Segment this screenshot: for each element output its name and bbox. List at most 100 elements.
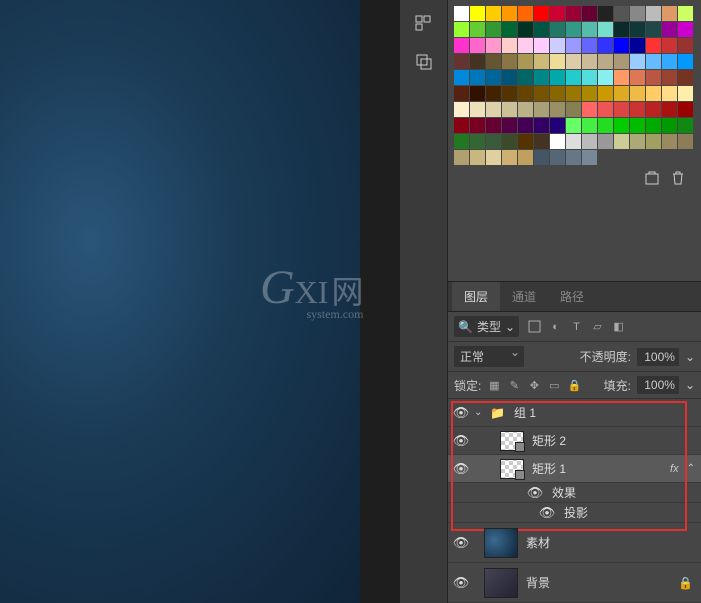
swatch[interactable]	[550, 6, 565, 21]
swatch[interactable]	[582, 118, 597, 133]
tab-layers[interactable]: 图层	[452, 282, 500, 311]
swatch[interactable]	[470, 134, 485, 149]
swatch[interactable]	[566, 38, 581, 53]
visibility-toggle[interactable]: 👁	[526, 485, 544, 501]
swatch[interactable]	[598, 86, 613, 101]
layer-name[interactable]: 矩形 1	[528, 460, 666, 477]
swatch[interactable]	[534, 102, 549, 117]
swatch[interactable]	[486, 38, 501, 53]
swatch[interactable]	[454, 118, 469, 133]
swatch[interactable]	[534, 54, 549, 69]
visibility-toggle[interactable]: 👁	[452, 433, 470, 449]
visibility-toggle[interactable]: 👁	[452, 535, 470, 551]
layer-effects-row[interactable]: 👁 👁 效果	[448, 483, 701, 503]
layer-thumb[interactable]	[500, 431, 524, 451]
tab-channels[interactable]: 通道	[500, 282, 548, 311]
swatch[interactable]	[678, 134, 693, 149]
swatch[interactable]	[518, 134, 533, 149]
swatch[interactable]	[646, 102, 661, 117]
layer-group-1[interactable]: 👁 ⌄ 📁 组 1	[448, 399, 701, 427]
swatch[interactable]	[470, 86, 485, 101]
swatch[interactable]	[662, 134, 677, 149]
swatch[interactable]	[662, 70, 677, 85]
visibility-toggle[interactable]: 👁	[452, 575, 470, 591]
swatch[interactable]	[454, 38, 469, 53]
swatch[interactable]	[470, 150, 485, 165]
swatch[interactable]	[630, 6, 645, 21]
swatch[interactable]	[470, 54, 485, 69]
swatch[interactable]	[454, 54, 469, 69]
swatch[interactable]	[598, 22, 613, 37]
group-collapse-arrow[interactable]: ⌄	[474, 407, 486, 418]
layer-effect-drop-shadow[interactable]: 👁 👁 投影	[448, 503, 701, 523]
swatch[interactable]	[534, 150, 549, 165]
swatch[interactable]	[582, 70, 597, 85]
document-canvas[interactable]	[0, 0, 360, 603]
swatch[interactable]	[630, 54, 645, 69]
swatch[interactable]	[518, 54, 533, 69]
swatch[interactable]	[454, 102, 469, 117]
swatch[interactable]	[550, 54, 565, 69]
layer-name[interactable]: 组 1	[510, 404, 697, 421]
swatch[interactable]	[566, 22, 581, 37]
swatch[interactable]	[582, 134, 597, 149]
swatch[interactable]	[582, 38, 597, 53]
swatch[interactable]	[646, 54, 661, 69]
panel-icon-1[interactable]	[404, 6, 444, 42]
swatch[interactable]	[566, 54, 581, 69]
swatch[interactable]	[646, 38, 661, 53]
swatch[interactable]	[662, 6, 677, 21]
swatch[interactable]	[518, 70, 533, 85]
swatch[interactable]	[566, 118, 581, 133]
swatch[interactable]	[614, 54, 629, 69]
swatch[interactable]	[454, 22, 469, 37]
swatch[interactable]	[678, 6, 693, 21]
chevron-down-icon[interactable]: ⌄	[685, 350, 695, 364]
swatch[interactable]	[662, 118, 677, 133]
swatch[interactable]	[486, 6, 501, 21]
swatch[interactable]	[614, 70, 629, 85]
fx-indicator[interactable]: fx	[670, 463, 679, 475]
layer-thumb[interactable]	[484, 528, 518, 558]
visibility-toggle[interactable]: 👁	[452, 461, 470, 477]
swatch[interactable]	[630, 134, 645, 149]
swatch[interactable]	[566, 6, 581, 21]
filter-type-icon[interactable]: T	[569, 319, 584, 334]
lock-transparency-icon[interactable]: ▦	[487, 378, 501, 392]
swatch[interactable]	[550, 22, 565, 37]
swatch[interactable]	[550, 70, 565, 85]
swatch[interactable]	[662, 102, 677, 117]
swatch[interactable]	[502, 22, 517, 37]
swatch[interactable]	[598, 70, 613, 85]
swatch[interactable]	[566, 150, 581, 165]
swatch[interactable]	[454, 150, 469, 165]
swatch[interactable]	[598, 118, 613, 133]
swatch[interactable]	[598, 102, 613, 117]
swatch[interactable]	[534, 118, 549, 133]
layer-thumb[interactable]	[484, 568, 518, 598]
swatch[interactable]	[566, 86, 581, 101]
swatch[interactable]	[470, 38, 485, 53]
swatch[interactable]	[454, 70, 469, 85]
swatch[interactable]	[630, 70, 645, 85]
blend-mode-select[interactable]: 正常	[454, 346, 524, 367]
swatch[interactable]	[678, 54, 693, 69]
swatch[interactable]	[582, 6, 597, 21]
delete-swatch-icon[interactable]	[671, 171, 685, 188]
layer-rect-1[interactable]: 👁 矩形 1 fx ⌃	[448, 455, 701, 483]
swatch[interactable]	[646, 70, 661, 85]
visibility-toggle[interactable]: 👁	[538, 505, 556, 521]
lock-pixels-icon[interactable]: ✎	[507, 378, 521, 392]
swatch[interactable]	[614, 86, 629, 101]
swatch[interactable]	[534, 38, 549, 53]
swatch[interactable]	[582, 22, 597, 37]
swatch[interactable]	[678, 70, 693, 85]
swatch[interactable]	[486, 102, 501, 117]
swatch[interactable]	[470, 102, 485, 117]
layer-material[interactable]: 👁 素材	[448, 523, 701, 563]
swatch[interactable]	[486, 118, 501, 133]
swatch[interactable]	[582, 150, 597, 165]
swatch[interactable]	[486, 22, 501, 37]
swatch[interactable]	[662, 86, 677, 101]
opacity-value[interactable]: 100%	[637, 348, 679, 366]
